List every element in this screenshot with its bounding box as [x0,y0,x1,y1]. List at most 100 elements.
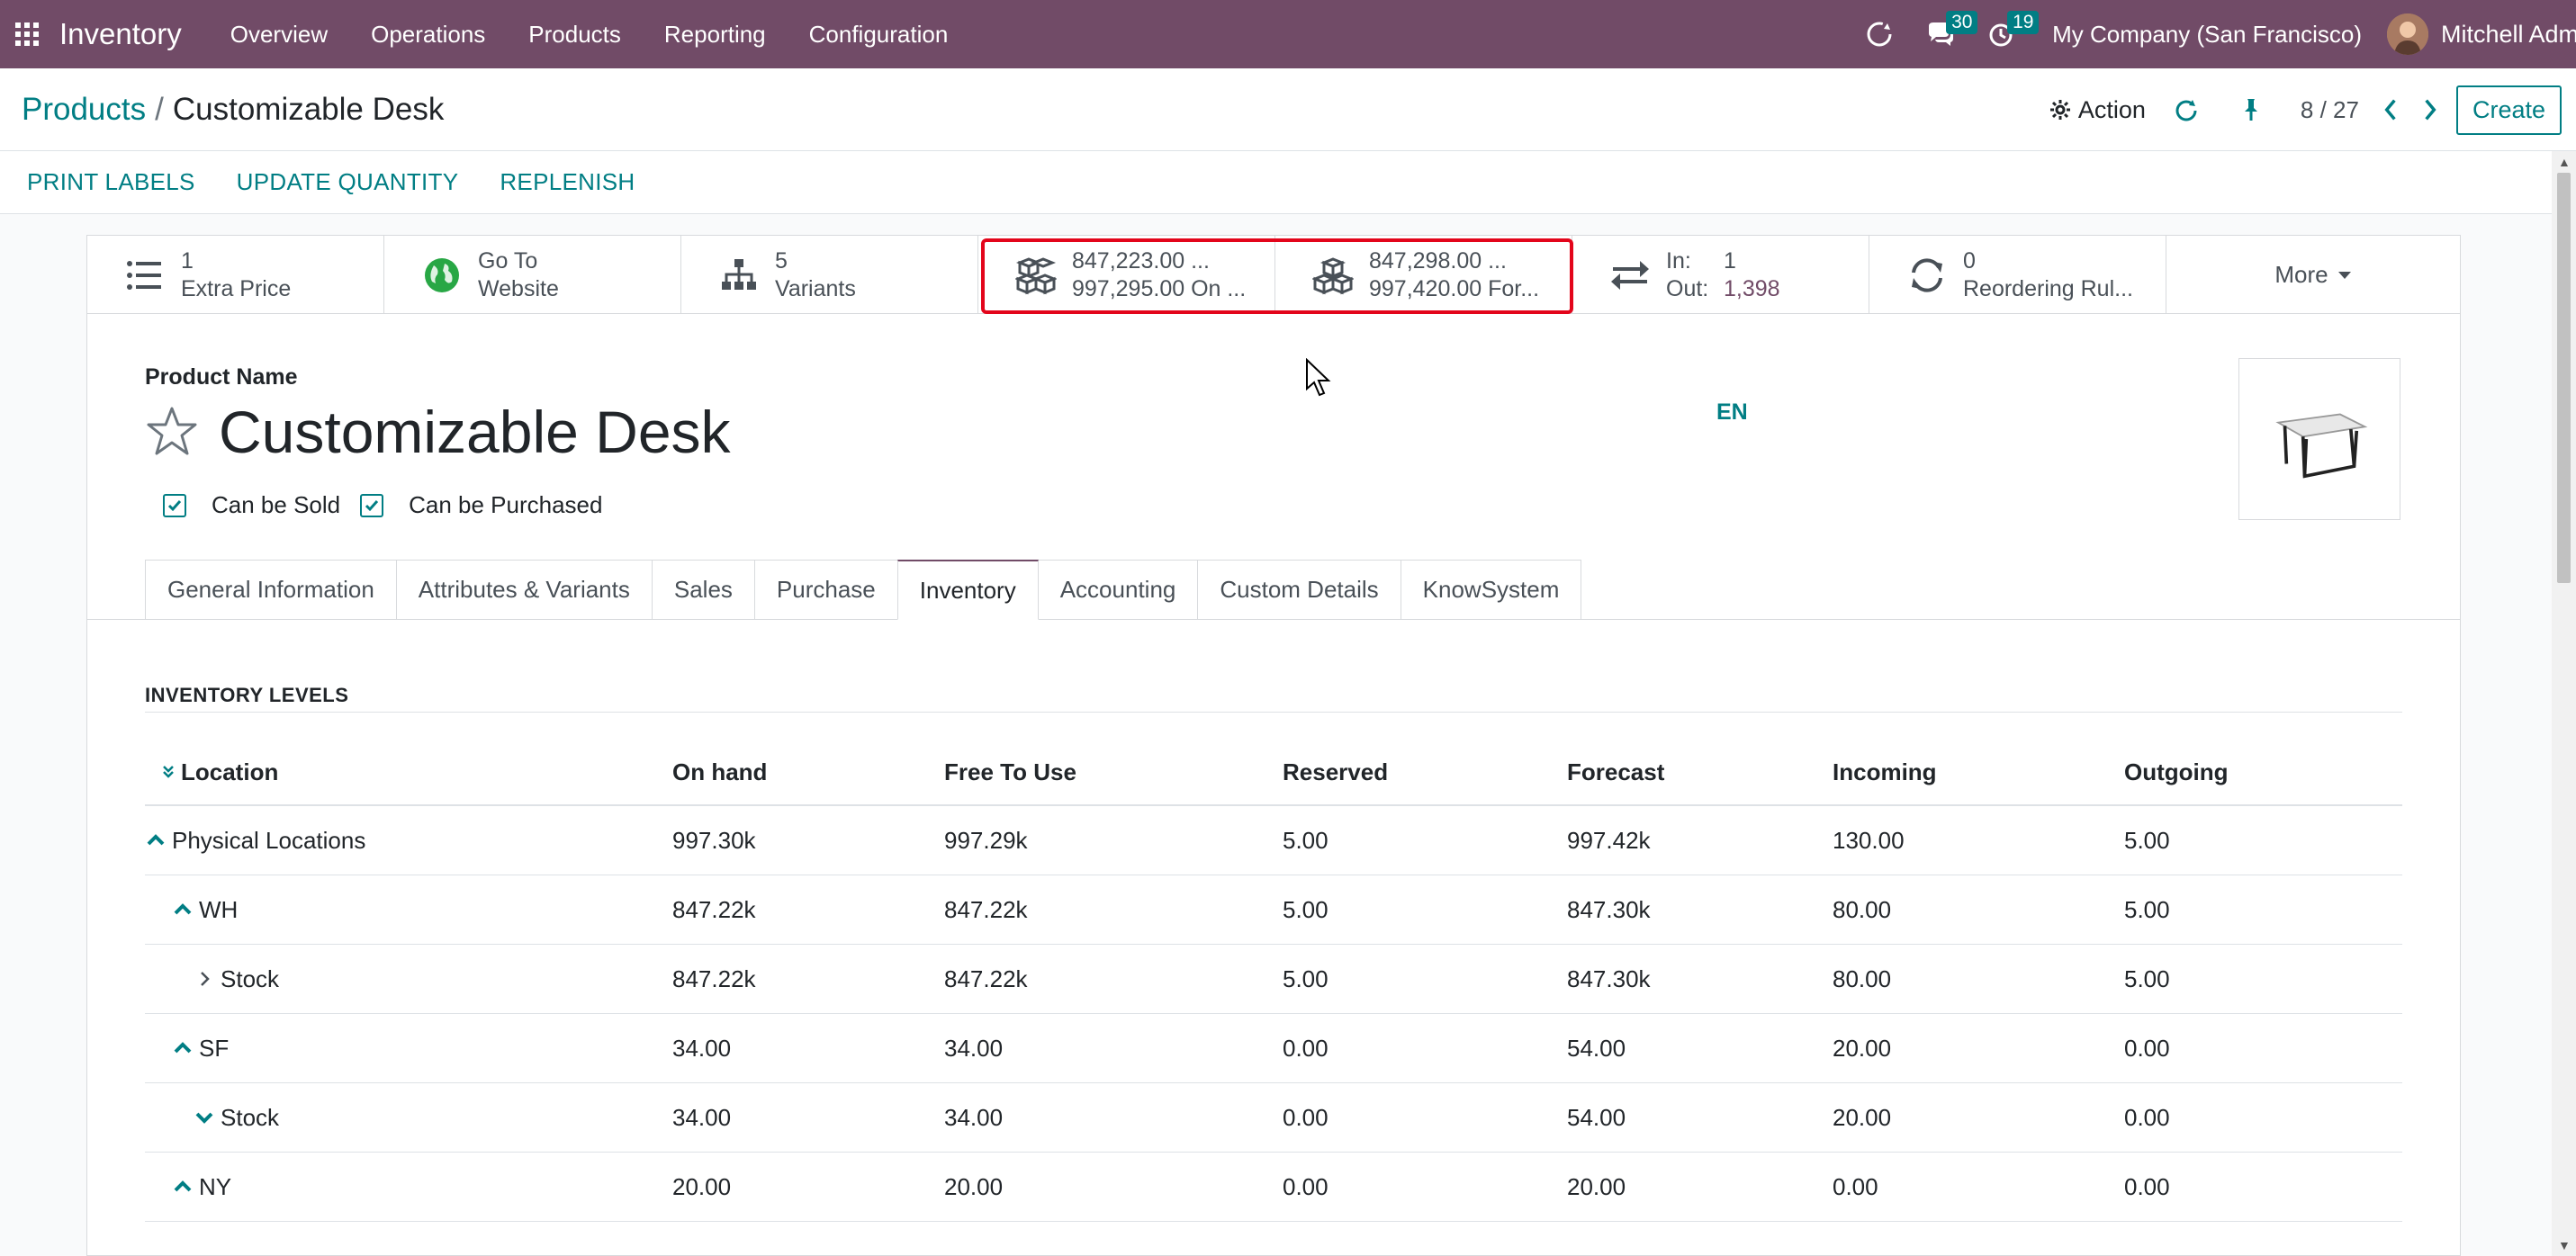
print-labels-button[interactable]: PRINT LABELS [27,168,195,196]
menu-reporting[interactable]: Reporting [643,21,788,49]
tab-inventory[interactable]: Inventory [896,560,1039,620]
tab-knowsystem[interactable]: KnowSystem [1400,560,1582,620]
product-name-field[interactable]: Customizable Desk [219,398,731,466]
menu-overview[interactable]: Overview [209,21,349,49]
breadcrumb-current: Customizable Desk [172,92,445,127]
can-be-purchased-label: Can be Purchased [409,491,603,518]
col-incoming-header[interactable]: Incoming [1833,758,2124,786]
create-button[interactable]: Create [2455,85,2562,135]
col-forecast-header[interactable]: Forecast [1567,758,1833,786]
menu-operations[interactable]: Operations [349,21,507,49]
user-avatar[interactable] [2387,13,2428,55]
language-toggle[interactable]: EN [1716,399,1748,426]
inventory-levels-table: Location On hand Free To Use Reserved Fo… [145,740,2402,1222]
table-row[interactable]: WH 847.22k 847.22k 5.00 847.30k 80.00 5.… [145,875,2402,945]
chevron-right-icon[interactable] [194,968,215,990]
chevron-up-icon[interactable] [145,830,167,851]
can-be-sold-checkbox[interactable] [163,493,186,517]
title-row: Customizable Desk [145,398,731,466]
outgoing-cell: 5.00 [2124,895,2170,923]
apps-menu-icon[interactable] [0,0,54,68]
extra-price-button[interactable]: 1 Extra Price [87,236,384,314]
chevron-up-icon[interactable] [172,1176,194,1198]
tab-sales[interactable]: Sales [651,560,755,620]
on-hand-cell: 997.30k [672,826,756,854]
refresh-icon[interactable] [2171,94,2202,125]
chevron-up-icon[interactable] [172,899,194,920]
reordering-label: Reordering Rul... [1963,275,2133,301]
pager-next-icon[interactable] [2417,92,2444,128]
tab-accounting[interactable]: Accounting [1037,560,1199,620]
app-brand[interactable]: Inventory [59,17,182,51]
favorite-star-icon[interactable] [145,405,199,459]
refresh-icon [1904,252,1950,299]
messages-icon[interactable]: 30 [1919,0,1978,68]
extra-price-label: Extra Price [181,275,292,301]
pager-previous-icon[interactable] [2377,92,2404,128]
free-cell: 20.00 [944,1172,1004,1200]
in-value: 1 [1724,247,1736,274]
exchange-icon [1607,252,1653,299]
action-button[interactable]: Action [2049,96,2146,124]
col-outgoing-header[interactable]: Outgoing [2124,758,2402,786]
col-on-hand-header[interactable]: On hand [672,758,944,786]
activities-clock-icon[interactable]: 19 [1980,0,2040,68]
reserved-cell: 5.00 [1283,895,1329,923]
in-out-button[interactable]: In: 1 Out: 1,398 [1572,236,1869,314]
tab-attributes-variants[interactable]: Attributes & Variants [395,560,653,620]
outgoing-cell: 0.00 [2124,1034,2170,1062]
scroll-up-icon[interactable]: ▲ [2558,155,2571,169]
reordering-value: 0 [1963,247,1976,274]
breadcrumb: Products / Customizable Desk [22,92,444,128]
can-be-sold-label: Can be Sold [212,491,341,518]
more-dropdown-button[interactable]: More [2166,236,2460,314]
tab-custom-details[interactable]: Custom Details [1197,560,1401,620]
incoming-cell: 0.00 [1833,1172,1878,1200]
form-sheet: 1 Extra Price Go To Website 5 Variants 847,… [86,235,2461,1256]
location-cell: SF [199,1034,230,1062]
menu-products[interactable]: Products [507,21,643,49]
company-switcher[interactable]: My Company (San Francisco) [2052,21,2362,49]
scroll-down-icon[interactable]: ▼ [2558,1238,2571,1252]
can-be-purchased-checkbox[interactable] [360,493,384,517]
free-cell: 34.00 [944,1103,1004,1131]
free-cell: 997.29k [944,826,1028,854]
tab-purchase[interactable]: Purchase [753,560,898,620]
free-cell: 847.22k [944,964,1028,992]
control-panel: Products / Customizable Desk Action 8 / 27… [0,68,2576,151]
table-row[interactable]: Physical Locations 997.30k 997.29k 5.00 … [145,806,2402,875]
pager-value[interactable]: 8 / 27 [2301,96,2359,124]
variants-button[interactable]: 5 Variants [681,236,978,314]
table-row[interactable]: NY 20.00 20.00 0.00 20.00 0.00 0.00 [145,1153,2402,1222]
col-location-header[interactable]: Location [145,758,672,786]
col-free-header[interactable]: Free To Use [944,758,1283,786]
out-value: 1,398 [1724,275,1780,301]
check-icon [167,499,182,511]
tab-general-information[interactable]: General Information [145,560,397,620]
pin-icon[interactable] [2236,94,2266,125]
chevron-down-icon[interactable] [194,1107,215,1128]
breadcrumb-products[interactable]: Products [22,92,146,127]
table-row[interactable]: Stock 34.00 34.00 0.00 54.00 20.00 0.00 [145,1083,2402,1153]
reordering-rules-button[interactable]: 0 Reordering Rul... [1869,236,2166,314]
chevron-up-icon[interactable] [172,1037,194,1059]
on-hand-cell: 34.00 [672,1103,732,1131]
go-to-website-button[interactable]: Go To Website [384,236,681,314]
vertical-scrollbar[interactable]: ▲ ▼ [2552,151,2576,1256]
col-reserved-header[interactable]: Reserved [1283,758,1567,786]
incoming-cell: 20.00 [1833,1034,1892,1062]
menu-configuration[interactable]: Configuration [788,21,970,49]
scroll-thumb[interactable] [2557,173,2571,583]
user-name[interactable]: Mitchell Adm [2441,21,2576,49]
forecast-cell: 54.00 [1567,1103,1626,1131]
location-cell: WH [199,895,239,923]
product-image[interactable] [2238,358,2400,520]
replenish-button[interactable]: REPLENISH [500,168,635,196]
sync-icon[interactable] [1858,0,1901,68]
forecast-cell: 54.00 [1567,1034,1626,1062]
table-row[interactable]: SF 34.00 34.00 0.00 54.00 20.00 0.00 [145,1014,2402,1083]
update-quantity-button[interactable]: UPDATE QUANTITY [237,168,459,196]
reserved-cell: 0.00 [1283,1103,1329,1131]
table-row[interactable]: Stock 847.22k 847.22k 5.00 847.30k 80.00… [145,945,2402,1014]
gear-icon [2049,100,2070,120]
